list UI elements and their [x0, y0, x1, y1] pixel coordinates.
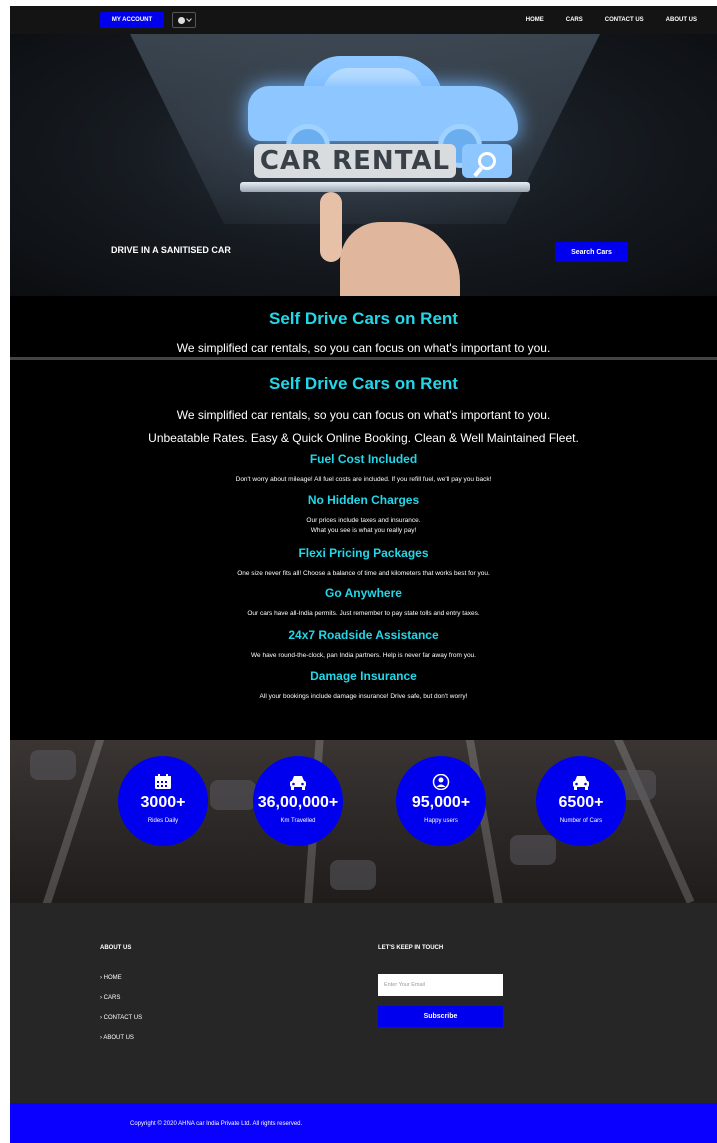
footer-link-cars[interactable]: › CARS: [100, 995, 120, 1001]
footer-link-label: CONTACT US: [103, 1015, 143, 1021]
footer-link-home[interactable]: › HOME: [100, 975, 122, 981]
car-icon: [573, 776, 589, 790]
search-cars-button[interactable]: Search Cars: [555, 242, 628, 262]
hero-hand: [310, 192, 460, 296]
feature-heading: Fuel Cost Included: [309, 452, 418, 466]
copyright-text: Copyright © 2020 AHNA car India Private …: [130, 1121, 303, 1127]
stat-value: 95,000+: [411, 794, 471, 811]
feature-heading: 24x7 Roadside Assistance: [288, 628, 439, 642]
hero-banner: CAR RENTAL DRIVE IN A SANITISED CAR Sear…: [10, 34, 717, 296]
footer-link-label: CARS: [103, 995, 121, 1001]
features-subtitle: We simplified car rentals, so you can fo…: [176, 408, 551, 422]
nav-link-about-us[interactable]: ABOUT US: [666, 17, 697, 23]
car-icon: [290, 776, 306, 790]
features-title: Self Drive Cars on Rent: [269, 374, 458, 393]
footer-link-label: ABOUT US: [103, 1035, 134, 1041]
stat-label: Rides Daily: [147, 818, 179, 824]
footer-touch-heading: LET'S KEEP IN TOUCH: [378, 945, 444, 951]
nav-link-contact-us[interactable]: CONTACT US: [605, 17, 644, 23]
stat-value: 36,00,000+: [257, 794, 339, 811]
strip-subtitle: We simplified car rentals, so you can fo…: [176, 341, 551, 355]
user-icon: [177, 16, 185, 24]
chevron-down-icon: [185, 16, 192, 22]
feature-description: Our cars have all-India permits. Just re…: [247, 610, 480, 617]
footer-about-heading: ABOUT US: [100, 945, 132, 951]
strip-title: Self Drive Cars on Rent: [269, 309, 458, 328]
stats-section: 3000+ Rides Daily 36,00,000+ Km Travelle…: [10, 740, 717, 903]
stat-km-travelled: 36,00,000+ Km Travelled: [253, 756, 343, 846]
footer-link-label: HOME: [103, 975, 122, 981]
car-rental-banner: CAR RENTAL: [254, 144, 514, 178]
feature-description: Our prices include taxes and insurance.: [306, 517, 421, 524]
stat-value: 3000+: [140, 794, 186, 811]
feature-heading: Go Anywhere: [325, 586, 402, 600]
hero-tagline: DRIVE IN A SANITISED CAR: [111, 245, 231, 255]
footer-link-contact-us[interactable]: › CONTACT US: [100, 1015, 142, 1021]
intro-strip: Self Drive Cars on Rent We simplified ca…: [10, 296, 717, 358]
feature-heading: No Hidden Charges: [307, 493, 420, 507]
feature-description: We have round-the-clock, pan India partn…: [251, 652, 476, 659]
feature-heading: Damage Insurance: [310, 669, 417, 683]
stat-label: Happy users: [424, 818, 458, 824]
stat-number-of-cars: 6500+ Number of Cars: [536, 756, 626, 846]
footer: ABOUT US › HOME › CARS › CONTACT US › AB…: [10, 903, 717, 1103]
feature-description: Don't worry about mileage! All fuel cost…: [235, 476, 492, 483]
top-navbar: MY ACCOUNT HOME CARS CONTACT US ABOUT US: [10, 6, 717, 34]
stat-label: Km Travelled: [280, 818, 316, 824]
stat-rides-daily: 3000+ Rides Daily: [118, 756, 208, 846]
footer-link-about-us[interactable]: › ABOUT US: [100, 1035, 134, 1041]
car-rental-logo-text: CAR RENTAL: [254, 144, 456, 178]
stat-value: 6500+: [558, 794, 604, 811]
nav-link-cars[interactable]: CARS: [566, 17, 583, 23]
user-icon: [432, 774, 450, 790]
search-icon: [462, 144, 512, 178]
stat-label: Number of Cars: [559, 818, 603, 824]
nav-links: HOME CARS CONTACT US ABOUT US: [526, 6, 697, 34]
features-tagline: Unbeatable Rates. Easy & Quick Online Bo…: [148, 431, 579, 445]
hero-tray: [240, 182, 530, 192]
email-input[interactable]: [378, 974, 503, 996]
stat-happy-users: 95,000+ Happy users: [396, 756, 486, 846]
feature-description: One size never fits all! Choose a balanc…: [237, 570, 490, 577]
user-menu-dropdown[interactable]: [172, 12, 196, 28]
my-account-button[interactable]: MY ACCOUNT: [100, 12, 164, 28]
subscribe-button[interactable]: Subscribe: [378, 1006, 503, 1027]
feature-description: What you see is what you really pay!: [310, 527, 417, 534]
calendar-icon: [155, 774, 171, 789]
nav-link-home[interactable]: HOME: [526, 17, 544, 23]
features-section: Self Drive Cars on Rent We simplified ca…: [10, 360, 717, 740]
feature-description: All your bookings include damage insuran…: [259, 693, 468, 700]
feature-heading: Flexi Pricing Packages: [298, 546, 429, 560]
copyright-bar: Copyright © 2020 AHNA car India Private …: [10, 1103, 717, 1143]
